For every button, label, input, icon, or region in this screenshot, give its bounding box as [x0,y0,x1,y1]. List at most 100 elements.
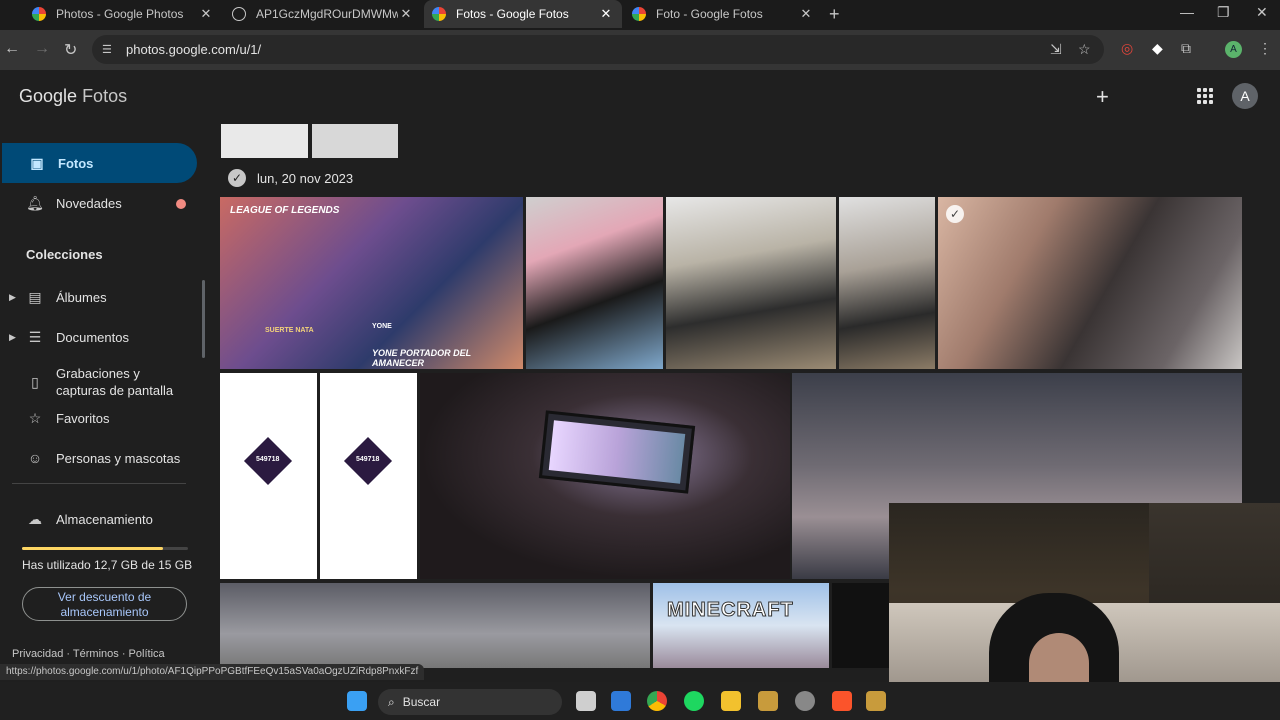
photo-portrait-pink-hair[interactable] [526,197,663,369]
extensions-puzzle-icon[interactable]: ⧉ [1181,40,1191,57]
photo-man-thumbs-up[interactable] [839,197,935,369]
windows-taskbar [0,682,1280,720]
extension-icon[interactable]: ◎ [1121,40,1133,57]
date-header: lun, 20 nov 2023 [257,171,354,186]
extension-diamond-icon[interactable]: ◆ [1152,40,1163,57]
app-icon[interactable] [795,691,815,711]
link-status-url: https://photos.google.com/u/1/photo/AF1Q… [0,664,425,680]
minecraft-logo-text: MINECRAFT [667,599,794,622]
photo-league-of-legends[interactable]: LEAGUE OF LEGENDS SUERTE NATA YONE YONE … [220,197,523,369]
sidebar-item-label: Documentos [56,329,129,345]
taskbar-search-label: Buscar [402,695,441,709]
photo-thumbnail[interactable] [221,124,308,158]
tab-title: Fotos - Google Fotos [456,7,569,21]
url-text: photos.google.com/u/1/ [126,42,262,57]
close-icon[interactable]: ✕ [598,6,614,22]
logo-google: Google [19,86,78,106]
photo-thumbnail[interactable] [312,124,398,158]
photo-selfie-girl[interactable]: ✓ [938,197,1242,369]
image-icon: ▣ [30,155,44,171]
tab-title: Photos - Google Photos [56,7,184,21]
sidebar-item-personas[interactable]: ☺ Personas y mascotas [0,438,196,478]
account-avatar[interactable]: A [1232,83,1258,109]
browser-profile-avatar[interactable]: A [1225,41,1242,58]
address-bar[interactable]: ☰ photos.google.com/u/1/ ⇲ ☆ [92,35,1104,64]
select-check-icon[interactable]: ✓ [946,205,964,223]
expand-caret-icon[interactable]: ▶ [9,292,16,303]
collections-heading: Colecciones [26,247,103,262]
install-app-icon[interactable]: ⇲ [1050,41,1062,58]
sidebar-item-label: Favoritos [56,410,110,426]
new-tab-button[interactable]: + [829,4,840,25]
close-icon[interactable]: ✕ [798,6,814,22]
sidebar-item-fotos[interactable]: ▣ Fotos [2,143,197,183]
reload-icon[interactable]: ↻ [64,40,77,60]
code-text: 549718 [356,456,380,463]
storage-used-text: Has utilizado 12,7 GB de 15 GB [22,558,193,572]
task-view-icon[interactable] [576,691,596,711]
chrome-icon[interactable] [647,691,667,711]
sidebar-item-documentos[interactable]: ▶ ☰ Documentos [0,317,196,357]
site-settings-icon[interactable]: ☰ [102,43,116,56]
select-date-check-icon[interactable]: ✓ [228,169,246,187]
tab-foto-google-fotos[interactable]: Foto - Google Fotos ✕ [624,0,822,28]
brave-icon[interactable] [832,691,852,711]
restore-icon[interactable]: ❐ [1217,4,1230,21]
tablet-screen [538,410,696,494]
tab-photos-google-photos[interactable]: Photos - Google Photos ✕ [24,0,222,28]
expand-caret-icon[interactable]: ▶ [9,332,16,343]
sidebar-item-label: Fotos [58,155,94,171]
photo-screenshot-code[interactable]: 549718 [320,373,417,579]
create-plus-button[interactable]: + [1096,84,1109,110]
close-window-icon[interactable]: ✕ [1256,4,1268,21]
notification-dot [176,199,186,209]
bookmark-star-icon[interactable]: ☆ [1078,41,1091,58]
sidebar-item-label: Grabaciones y capturas de pantalla [56,366,174,398]
store-icon[interactable] [611,691,631,711]
sidebar-item-label: Novedades [56,195,122,211]
league-client-icon[interactable] [758,691,778,711]
photo-screenshot-code[interactable]: 549718 [220,373,317,579]
file-explorer-icon[interactable] [721,691,741,711]
phone-icon: ▯ [31,374,39,390]
sidebar-item-albumes[interactable]: ▶ ▤ Álbumes [0,277,196,317]
lol-badge-text: SUERTE NATA [265,327,314,334]
storage-bar-fill [22,547,163,550]
sidebar-scrollbar[interactable] [202,280,205,358]
google-photos-icon [32,7,46,21]
sidebar-item-label: Personas y mascotas [56,450,181,466]
google-fotos-logo[interactable]: Google Fotos [19,86,127,107]
forward-icon[interactable]: → [34,40,50,58]
photo-dark-room-tablet[interactable] [420,373,790,579]
close-icon[interactable]: ✕ [398,6,414,22]
google-photos-icon [432,7,446,21]
tab-strip: Photos - Google Photos ✕ AP1GczMgdROurDM… [0,0,1280,30]
minimize-icon[interactable]: — [1180,4,1194,20]
logo-product: Fotos [82,86,128,106]
tab-image-url[interactable]: AP1GczMgdROurDMWMwLjETI ✕ [224,0,422,28]
sidebar-item-favoritos[interactable]: ☆ Favoritos [0,398,196,438]
spotify-icon[interactable] [684,691,704,711]
google-apps-icon[interactable] [1197,88,1213,104]
sidebar-item-label: Álbumes [56,289,107,305]
tab-title: AP1GczMgdROurDMWMwLjETI [256,7,398,21]
lol-skin-title: YONE PORTADOR DEL AMANECER [372,348,472,368]
google-photos-icon [632,7,646,21]
footer-links[interactable]: Privacidad · Términos · Política [12,648,165,660]
windows-start-icon[interactable] [347,691,367,711]
league-icon[interactable] [866,691,886,711]
document-icon: ☰ [28,329,42,345]
sidebar-divider [12,483,186,484]
browser-menu-icon[interactable]: ⋮ [1258,40,1272,57]
sidebar-item-almacenamiento[interactable]: ☁ Almacenamiento [0,499,196,539]
sidebar-item-novedades[interactable]: 🔔︎ Novedades [0,183,196,223]
taskbar-search[interactable]: ⌕ Buscar [378,689,562,715]
photo-screenshot-dark[interactable] [832,583,889,668]
storage-offer-button[interactable]: Ver descuento de almacenamiento [22,587,187,621]
photo-minecraft[interactable]: MINECRAFT [653,583,829,668]
close-icon[interactable]: ✕ [198,6,214,22]
back-icon[interactable]: ← [4,40,20,58]
photo-sky[interactable] [220,583,650,668]
tab-fotos-google-fotos[interactable]: Fotos - Google Fotos ✕ [424,0,622,28]
photo-man-sunglasses[interactable] [666,197,836,369]
